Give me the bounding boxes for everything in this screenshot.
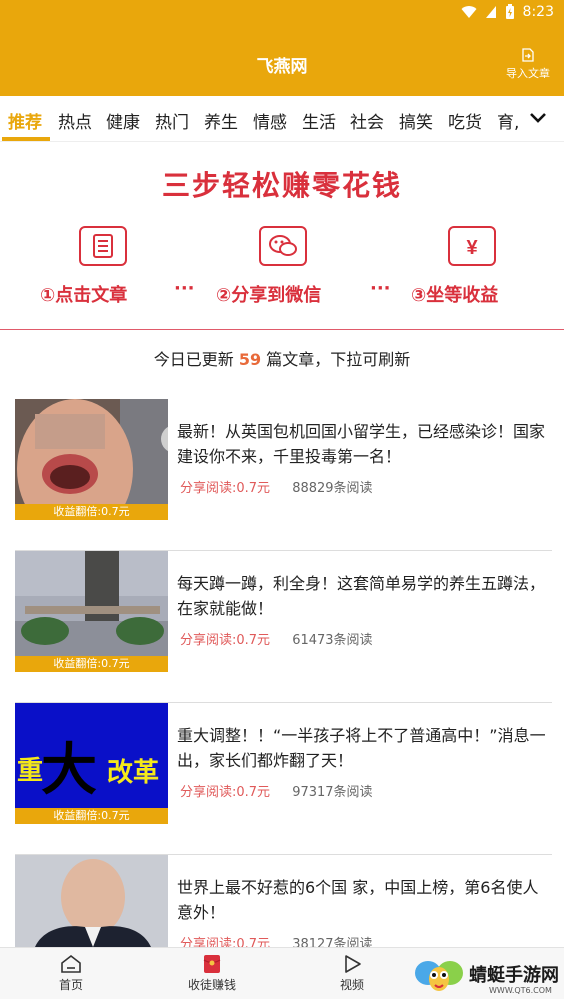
status-time: 8:23 (522, 4, 554, 20)
article-reads: 88829条阅读 (292, 481, 373, 496)
tab-life[interactable]: 生活 (302, 108, 336, 133)
article-meta: 分享阅读:0.7元 97317条阅读 (180, 781, 373, 800)
home-icon (61, 954, 81, 973)
tab-wellness[interactable]: 养生 (204, 108, 238, 133)
step-separator: ··· (174, 278, 195, 299)
tab-funny[interactable]: 搞笑 (399, 108, 433, 133)
article-title: 重大调整！！“一半孩子将上不了普通高中！”消息一出，家长们都炸翻了天！ (177, 726, 546, 770)
article-meta: 分享阅读:0.7元 61473条阅读 (180, 629, 373, 648)
status-bar: 8:23 (0, 0, 564, 24)
tab-foodie[interactable]: 吃货 (448, 108, 482, 133)
article-title: 世界上最不好惹的6个国 家，中国上榜，第6名使人意外！ (177, 878, 539, 922)
refresh-notice: 今日已更新 59 篇文章，下拉可刷新 (153, 350, 411, 369)
battery-icon (505, 4, 514, 19)
tab-recommend[interactable]: 推荐 (8, 108, 42, 133)
article-reward: 分享阅读:0.7元 (180, 785, 271, 800)
article-item[interactable]: 收益翻倍:0.7元 每天蹲一蹲，利全身！这套简单易学的养生五蹲法，在家就能做！ … (15, 551, 552, 703)
article-title: 最新！从英国包机回国小留学生，已经感染诊！国家建设你不来，千里投毒第一名！ (177, 422, 546, 466)
article-reads: 97317条阅读 (292, 785, 373, 800)
thumbnail-caption: 收益翻倍:0.7元 (15, 504, 168, 520)
red-envelope-icon (203, 955, 221, 973)
nav-home[interactable]: 首页 (36, 954, 106, 993)
article-reward: 分享阅读:0.7元 (180, 633, 271, 648)
tab-popular[interactable]: 热门 (155, 108, 189, 133)
article-item[interactable]: 重 大 改革 收益翻倍:0.7元 重大调整！！“一半孩子将上不了普通高中！”消息… (15, 703, 552, 855)
tab-society[interactable]: 社会 (350, 108, 384, 133)
watermark-logo: 蜻蜓手游网 WWW.QT6.COM (413, 953, 564, 999)
watermark-url: WWW.QT6.COM (489, 986, 552, 995)
app-title: 飞燕网 (256, 57, 308, 77)
dragonfly-logo-icon (415, 961, 463, 991)
nav-video[interactable]: 视频 (317, 954, 387, 993)
nav-recruit-earn-label: 收徒赚钱 (187, 978, 236, 992)
tab-emotion[interactable]: 情感 (253, 108, 287, 133)
tab-hot-spot[interactable]: 热点 (58, 108, 92, 133)
wifi-icon (461, 6, 477, 19)
tab-parenting[interactable]: 育, (497, 108, 519, 133)
chevron-down-icon (530, 113, 546, 123)
step-click-article: ①点击文章 (40, 285, 128, 306)
yen-icon: ¥ (448, 226, 496, 266)
import-label: 导入文章 (506, 67, 550, 80)
play-icon (345, 955, 361, 973)
banner-title: 三步轻松赚零花钱 (161, 169, 402, 202)
active-tab-indicator (2, 137, 50, 141)
article-thumbnail: 重 大 改革 收益翻倍:0.7元 (15, 703, 168, 824)
update-count: 59 (238, 350, 262, 369)
article-item[interactable]: 收益翻倍:0.7元 最新！从英国包机回国小留学生，已经感染诊！国家建设你不来，千… (15, 399, 552, 551)
article-thumbnail (15, 855, 168, 947)
article-thumbnail: 收益翻倍:0.7元 (15, 551, 168, 672)
article-reward: 分享阅读:0.7元 (180, 481, 271, 496)
app-header: 飞燕网 导入文章 (0, 24, 564, 96)
tab-health[interactable]: 健康 (106, 108, 140, 133)
import-icon (522, 48, 534, 62)
step-separator: ··· (370, 278, 391, 299)
nav-home-label: 首页 (58, 978, 83, 992)
article-icon (79, 226, 127, 266)
svg-text:重: 重 (17, 755, 43, 785)
category-tabs: 推荐 热点 健康 热门 养生 情感 生活 社会 搞笑 吃货 育, (0, 96, 564, 142)
step-share-wechat: ②分享到微信 (216, 285, 322, 306)
thumbnail-caption: 收益翻倍:0.7元 (15, 808, 168, 824)
svg-text:大: 大 (41, 738, 97, 801)
nav-video-label: 视频 (339, 978, 364, 992)
earn-money-banner[interactable]: 三步轻松赚零花钱 ¥ ①点击文章 ··· ②分享到微信 ··· ③坐等收益 (0, 142, 564, 330)
svg-text:改革: 改革 (107, 757, 159, 787)
article-reads: 61473条阅读 (292, 633, 373, 648)
svg-text:¥: ¥ (466, 237, 478, 259)
nav-recruit-earn[interactable]: 收徒赚钱 (177, 954, 247, 993)
watermark-text: 蜻蜓手游网 (469, 965, 559, 986)
article-thumbnail: 收益翻倍:0.7元 (15, 399, 168, 520)
article-title: 每天蹲一蹲，利全身！这套简单易学的养生五蹲法，在家就能做！ (177, 574, 546, 618)
step-wait-earnings: ③坐等收益 (411, 285, 499, 306)
wechat-icon (259, 226, 307, 266)
tabs-expand-button[interactable] (520, 104, 556, 134)
article-meta: 分享阅读:0.7元 88829条阅读 (180, 477, 373, 496)
import-article-button[interactable]: 导入文章 (502, 48, 554, 81)
thumbnail-caption: 收益翻倍:0.7元 (15, 656, 168, 672)
signal-icon (485, 6, 496, 18)
